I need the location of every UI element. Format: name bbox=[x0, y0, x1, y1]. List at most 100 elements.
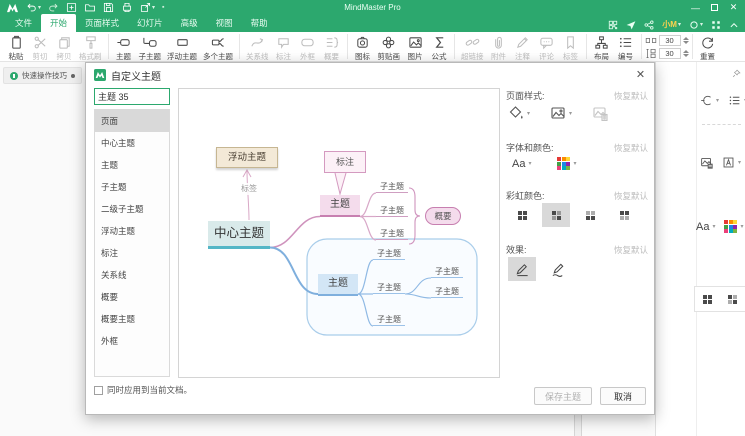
format-painter-button[interactable]: 格式刷 bbox=[76, 35, 105, 62]
quick-tips-pill[interactable]: 快速操作技巧 bbox=[3, 67, 82, 84]
font-button[interactable]: Aa▾ bbox=[696, 221, 715, 233]
text-box-button[interactable]: ▾ bbox=[722, 156, 741, 169]
save-theme-button[interactable]: 保存主题 bbox=[534, 387, 592, 405]
rainbow-option-3[interactable] bbox=[576, 203, 604, 227]
membership-badge[interactable]: 小M▾ bbox=[662, 19, 681, 30]
tab-file[interactable]: 文件 bbox=[6, 14, 41, 32]
qat-more-icon[interactable]: ▪ bbox=[162, 4, 164, 11]
effect-option-2[interactable] bbox=[544, 257, 572, 281]
floating-topic-button[interactable]: 浮动主题 bbox=[164, 35, 200, 62]
qr-code-icon[interactable] bbox=[608, 20, 618, 30]
tag-button[interactable]: 标签 bbox=[559, 35, 583, 62]
color-palette-button[interactable]: ▾ bbox=[724, 220, 743, 233]
send-icon[interactable] bbox=[626, 20, 636, 30]
maximize-button[interactable] bbox=[705, 0, 724, 15]
style-item-summary[interactable]: 概要 bbox=[95, 286, 169, 308]
preview-subtopic[interactable]: 子主题 bbox=[431, 286, 463, 298]
preview-callout[interactable]: 标注 bbox=[324, 151, 366, 173]
summary-button[interactable]: 概要 bbox=[320, 35, 344, 62]
horizontal-spacing-stepper[interactable] bbox=[683, 35, 689, 46]
theme-name-input[interactable] bbox=[94, 88, 170, 105]
preview-topic-blue[interactable]: 主题 bbox=[318, 274, 358, 296]
collapse-ribbon-icon[interactable] bbox=[729, 21, 739, 29]
minimize-button[interactable]: — bbox=[686, 0, 705, 15]
style-item-page[interactable]: 页面 bbox=[95, 110, 169, 132]
font-button[interactable]: Aa▾ bbox=[512, 158, 531, 170]
style-item-callout[interactable]: 标注 bbox=[95, 242, 169, 264]
tab-help[interactable]: 帮助 bbox=[242, 14, 277, 32]
preview-relationship-label[interactable]: 标签 bbox=[235, 183, 263, 195]
save-button[interactable] bbox=[103, 2, 114, 13]
print-button[interactable] bbox=[121, 2, 133, 13]
vertical-spacing-input[interactable]: 30 bbox=[659, 48, 681, 59]
vertical-spacing-stepper[interactable] bbox=[683, 48, 689, 59]
picture-button[interactable]: 图片 bbox=[403, 35, 427, 62]
style-item-central-topic[interactable]: 中心主题 bbox=[95, 132, 169, 154]
restore-default-link[interactable]: 恢复默认 bbox=[614, 244, 648, 256]
export-button[interactable]: ▾ bbox=[140, 2, 155, 13]
tab-page-style[interactable]: 页面样式 bbox=[76, 14, 128, 32]
open-file-button[interactable] bbox=[84, 2, 96, 13]
style-item-relationship[interactable]: 关系线 bbox=[95, 264, 169, 286]
remove-background-button[interactable] bbox=[592, 105, 608, 121]
copy-button[interactable]: 拷贝 bbox=[52, 35, 76, 62]
rainbow-option-2[interactable] bbox=[542, 203, 570, 227]
preview-subtopic[interactable]: 子主题 bbox=[373, 282, 405, 294]
style-item-boundary[interactable]: 外框 bbox=[95, 330, 169, 352]
numbering-button[interactable]: 编号 bbox=[614, 35, 638, 62]
reset-button[interactable]: 重置 bbox=[696, 35, 720, 62]
callout-button[interactable]: 标注 bbox=[272, 35, 296, 62]
background-image-button[interactable]: ▾ bbox=[550, 105, 572, 121]
cut-button[interactable]: 剪切 bbox=[28, 35, 52, 62]
note-button[interactable]: 注释 bbox=[511, 35, 535, 62]
relationship-button[interactable]: 关系线 bbox=[243, 35, 272, 62]
theme-ring-icon[interactable]: ▾ bbox=[689, 20, 703, 30]
preview-subtopic[interactable]: 子主题 bbox=[376, 228, 408, 240]
cancel-button[interactable]: 取消 bbox=[600, 387, 646, 405]
preview-subtopic[interactable]: 子主题 bbox=[431, 266, 463, 278]
style-item-topic[interactable]: 主题 bbox=[95, 154, 169, 176]
topic-button[interactable]: 主题 bbox=[112, 35, 136, 62]
numbering-style-button[interactable]: ▾ bbox=[728, 94, 745, 107]
effect-option-1[interactable] bbox=[508, 257, 536, 281]
tab-view[interactable]: 视图 bbox=[207, 14, 242, 32]
image-stamp-button[interactable] bbox=[700, 156, 713, 169]
tab-home[interactable]: 开始 bbox=[41, 14, 76, 32]
rainbow-grid-icon[interactable] bbox=[703, 295, 712, 304]
redo-button[interactable] bbox=[48, 2, 59, 13]
fill-color-button[interactable]: ▾ bbox=[508, 105, 530, 121]
preview-subtopic[interactable]: 子主题 bbox=[373, 248, 405, 260]
apply-checkbox[interactable] bbox=[94, 386, 103, 395]
tab-advanced[interactable]: 高级 bbox=[172, 14, 207, 32]
preview-subtopic[interactable]: 子主题 bbox=[376, 181, 408, 193]
preview-central-topic[interactable]: 中心主题 bbox=[208, 221, 270, 249]
restore-default-link[interactable]: 恢复默认 bbox=[614, 90, 648, 102]
boundary-button[interactable]: 外框 bbox=[296, 35, 320, 62]
preview-topic-pink[interactable]: 主题 bbox=[320, 195, 360, 217]
preview-floating-topic[interactable]: 浮动主题 bbox=[216, 147, 278, 168]
style-item-subtopic[interactable]: 子主题 bbox=[95, 176, 169, 198]
membership-caret-icon[interactable]: ▾ bbox=[678, 21, 681, 28]
comment-button[interactable]: 评论 bbox=[535, 35, 559, 62]
apps-grid-icon[interactable] bbox=[711, 20, 721, 30]
formula-button[interactable]: 公式 bbox=[427, 35, 451, 62]
style-item-summary-topic[interactable]: 概要主题 bbox=[95, 308, 169, 330]
color-palette-button[interactable]: ▾ bbox=[557, 157, 576, 170]
rainbow-option-4[interactable] bbox=[610, 203, 638, 227]
preview-subtopic[interactable]: 子主题 bbox=[373, 314, 405, 326]
style-item-floating-topic[interactable]: 浮动主题 bbox=[95, 220, 169, 242]
style-item-sub-subtopic[interactable]: 二级子主题 bbox=[95, 198, 169, 220]
undo-button[interactable]: ▾ bbox=[26, 2, 41, 13]
hyperlink-button[interactable]: 超链接 bbox=[458, 35, 487, 62]
attachment-button[interactable]: 附件 bbox=[487, 35, 511, 62]
tab-slideshow[interactable]: 幻灯片 bbox=[128, 14, 172, 32]
share-icon[interactable] bbox=[644, 20, 654, 30]
layout-button[interactable]: 布局 bbox=[590, 35, 614, 62]
branch-style-button[interactable]: ▾ bbox=[700, 94, 719, 107]
restore-default-link[interactable]: 恢复默认 bbox=[614, 190, 648, 202]
preview-summary[interactable]: 概要 bbox=[425, 207, 461, 225]
multiple-topics-button[interactable]: 多个主题 bbox=[200, 35, 236, 62]
new-document-button[interactable] bbox=[66, 2, 77, 13]
paste-button[interactable]: 粘贴 bbox=[4, 35, 28, 62]
subtopic-button[interactable]: 子主题 bbox=[136, 35, 165, 62]
